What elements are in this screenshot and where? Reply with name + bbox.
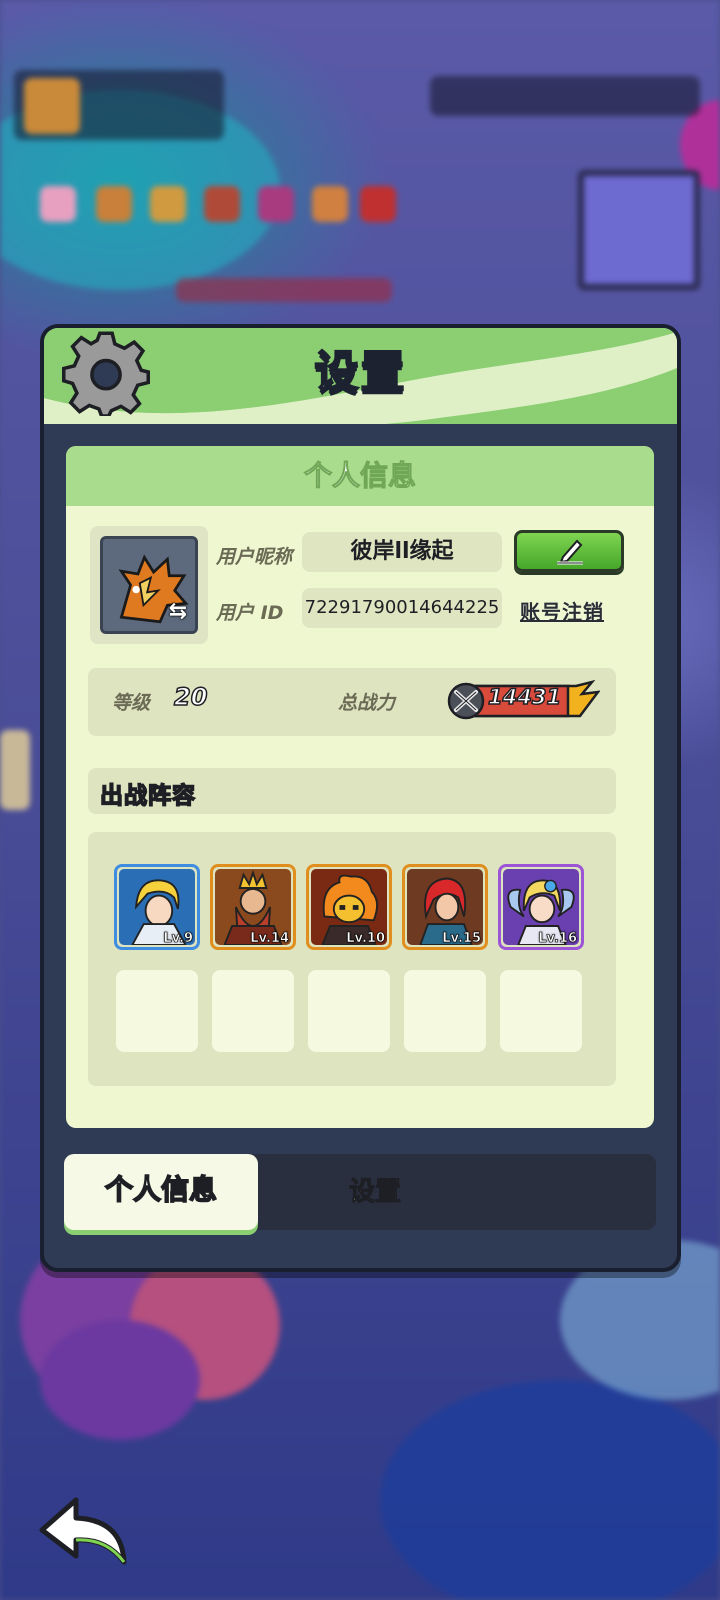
tab-settings[interactable]: 设置 [300,1154,450,1230]
nickname-field: 彼岸ll缘起 [302,532,502,572]
hero-level: Lv.9 [163,931,193,947]
hero-level: Lv.14 [250,931,289,947]
stats-row: 等级 20 总战力 14431 [88,668,616,736]
dialog-title: 设置 [314,346,407,399]
empty-hero-slot[interactable] [212,970,294,1052]
user-id-field: 72291790014644225 [302,588,502,628]
back-arrow-icon [39,1497,127,1565]
tab-bar: 个人信息 设置 [64,1154,656,1230]
level-value: 20 [173,682,208,712]
hero-card-1[interactable]: Lv.9 [114,864,200,950]
avatar: ⇆ [100,536,198,634]
empty-hero-slot[interactable] [500,970,582,1052]
tab-profile[interactable]: 个人信息 [64,1154,258,1230]
empty-hero-slot[interactable] [116,970,198,1052]
power-value: 14431 [487,684,562,710]
power-label: 总战力 [338,692,396,714]
settings-dialog: 设置 个人信息 ⇆ 用户昵称 彼岸ll缘起 用户 ID 722917900146… [40,324,681,1272]
hero-level: Lv.10 [346,931,385,947]
lineup-title: 出战阵容 [99,782,196,810]
hero-card-4[interactable]: Lv.15 [402,864,488,950]
hero-card-3[interactable]: Lv.10 [306,864,392,950]
dialog-header: 设置 [44,328,677,424]
empty-hero-slot[interactable] [404,970,486,1052]
back-button[interactable] [36,1490,136,1570]
avatar-button[interactable]: ⇆ [90,526,208,644]
hero-card-5[interactable]: Lv.16 [498,864,584,950]
user-id-label: 用户 ID [216,602,284,624]
hero-level: Lv.16 [538,931,577,947]
cancel-account-link[interactable]: 账号注销 [520,596,604,625]
profile-panel: 个人信息 ⇆ 用户昵称 彼岸ll缘起 用户 ID 722917900146442… [66,446,654,1128]
lineup-header: 出战阵容 [88,768,616,814]
profile-row: ⇆ 用户昵称 彼岸ll缘起 用户 ID 72291790014644225 账号… [90,526,630,644]
swap-icon: ⇆ [168,599,188,624]
lineup-grid: Lv.9 Lv.14 Lv.10 Lv.15 Lv.16 [88,832,616,1086]
hero-level: Lv.15 [442,931,481,947]
hero-card-2[interactable]: Lv.14 [210,864,296,950]
empty-hero-slot[interactable] [308,970,390,1052]
level-label: 等级 [112,692,151,714]
pencil-icon [557,539,583,565]
profile-section-title: 个人信息 [66,446,654,506]
edit-nickname-button[interactable] [514,530,624,572]
nickname-label: 用户昵称 [216,546,293,568]
